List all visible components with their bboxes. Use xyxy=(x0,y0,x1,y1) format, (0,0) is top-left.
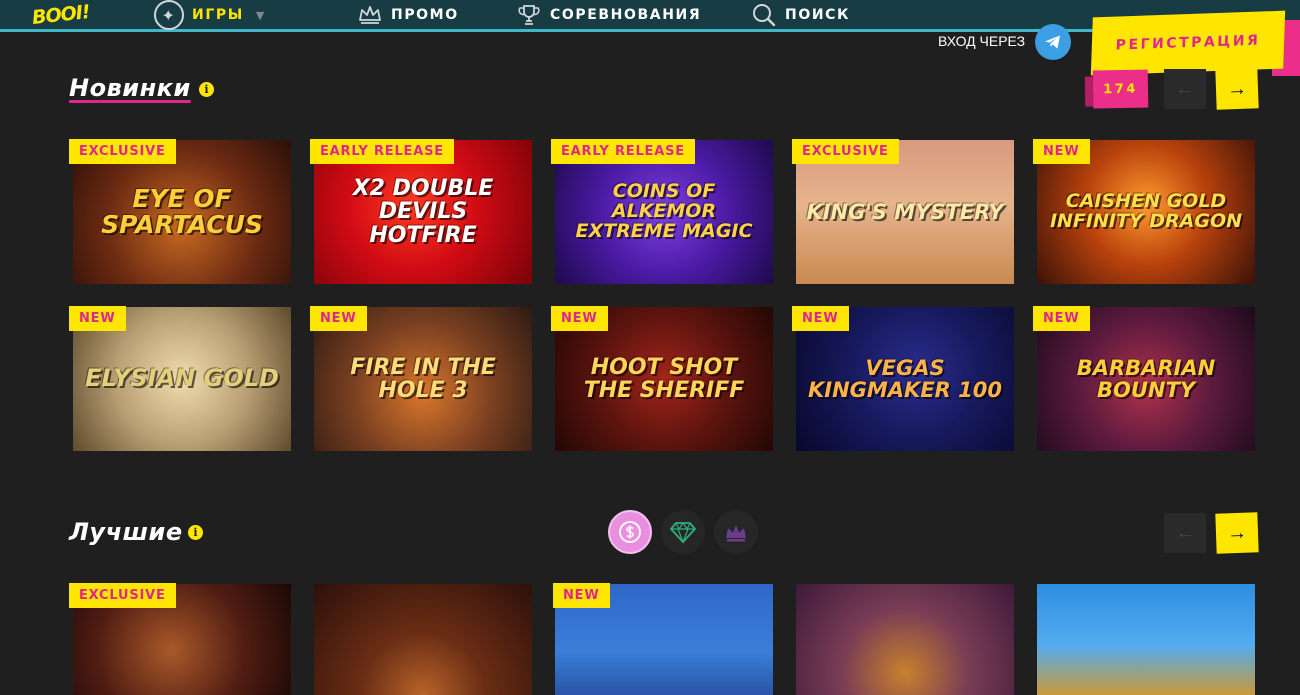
game-badge: NEW xyxy=(792,306,849,331)
telegram-login-button[interactable] xyxy=(1035,24,1071,60)
game-tile[interactable] xyxy=(314,584,532,695)
game-title: x2 Double Devils Hotfire xyxy=(352,176,494,248)
game-title: Hoot Shot the Sheriff xyxy=(583,354,745,403)
game-title: Elysian Gold xyxy=(85,364,279,393)
dollar-filter-button[interactable] xyxy=(608,510,652,554)
search-icon xyxy=(753,4,776,27)
game-title: Vegas Kingmaker 100 xyxy=(808,355,1002,402)
game-title: King's Mystery xyxy=(806,199,1004,224)
register-button[interactable]: РЕГИСТРАЦИЯ xyxy=(1090,10,1286,76)
game-tile[interactable] xyxy=(796,584,1014,695)
games-count-badge[interactable]: 174 xyxy=(1092,69,1149,109)
game-badge: EXCLUSIVE xyxy=(69,139,176,164)
roulette-icon: ✦ xyxy=(154,0,184,30)
game-art xyxy=(796,584,1014,695)
game-badge: NEW xyxy=(1033,306,1090,331)
info-icon[interactable]: i xyxy=(199,82,214,97)
trophy-icon xyxy=(518,5,540,25)
chevron-down-icon[interactable]: ▼ xyxy=(256,9,266,22)
section-title-new[interactable]: Новинки xyxy=(69,74,191,102)
game-title: Caishen Gold Infinity Dragon xyxy=(1049,190,1243,232)
crown-icon xyxy=(359,6,381,24)
login-via-label: ВХОД ЧЕРЕЗ xyxy=(938,33,1026,49)
game-badge: EXCLUSIVE xyxy=(69,583,176,608)
carousel-next-button[interactable]: → xyxy=(1215,512,1259,554)
nav-promo[interactable]: ПРОМО xyxy=(357,0,459,30)
gem-icon xyxy=(670,521,696,544)
game-art xyxy=(1037,584,1255,695)
section-title-best[interactable]: Лучшие xyxy=(69,518,183,546)
game-badge: NEW xyxy=(1033,139,1090,164)
game-badge: NEW xyxy=(553,583,610,608)
game-title: Eye of Spartacus xyxy=(101,183,263,239)
game-badge: EARLY RELEASE xyxy=(551,139,695,164)
nav-games[interactable]: ✦ ИГРЫ ▼ xyxy=(154,0,266,30)
carousel-prev-button[interactable]: ← xyxy=(1164,69,1206,109)
game-art xyxy=(314,584,532,695)
dollar-icon xyxy=(619,521,641,543)
nav-search[interactable]: ПОИСК xyxy=(751,0,850,30)
nav-promo-label: ПРОМО xyxy=(391,7,459,23)
game-title: Barbarian Bounty xyxy=(1076,355,1216,402)
telegram-icon xyxy=(1045,35,1060,49)
game-badge: NEW xyxy=(310,306,367,331)
game-title: Fire in the Hole 3 xyxy=(350,354,496,403)
nav-competitions-label: СОРЕВНОВАНИЯ xyxy=(550,7,702,23)
game-badge: NEW xyxy=(69,306,126,331)
nav-games-label: ИГРЫ xyxy=(192,7,244,23)
game-title: Coins of Alkemor Extreme Magic xyxy=(575,180,753,242)
carousel-next-button[interactable]: → xyxy=(1215,68,1259,110)
game-badge: EARLY RELEASE xyxy=(310,139,454,164)
nav-search-label: ПОИСК xyxy=(785,7,851,23)
carousel-prev-button[interactable]: ← xyxy=(1164,513,1206,553)
nav-competitions[interactable]: СОРЕВНОВАНИЯ xyxy=(516,0,701,30)
crown-filter-button[interactable] xyxy=(714,510,758,554)
gem-filter-button[interactable] xyxy=(661,510,705,554)
brand-logo[interactable]: BOOI! xyxy=(31,1,91,29)
info-icon[interactable]: i xyxy=(188,525,203,540)
crown-icon xyxy=(726,525,746,542)
game-tile[interactable] xyxy=(1037,584,1255,695)
game-badge: NEW xyxy=(551,306,608,331)
game-badge: EXCLUSIVE xyxy=(792,139,899,164)
